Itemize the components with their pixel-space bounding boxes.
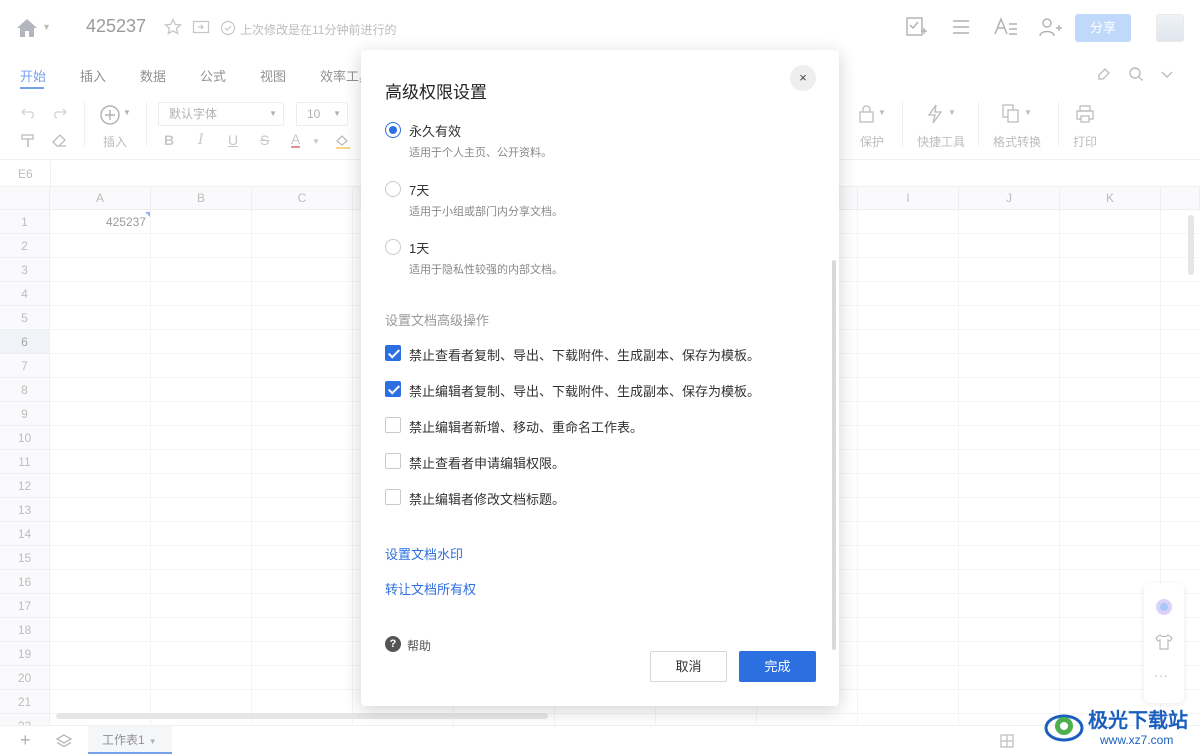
dialog-scrollbar[interactable] — [832, 260, 836, 650]
checkbox-editor-no-copy[interactable] — [385, 381, 401, 397]
help-label[interactable]: 帮助 — [407, 637, 431, 654]
checkbox-label[interactable]: 禁止查看者复制、导出、下载附件、生成副本、保存为模板。 — [409, 345, 760, 364]
set-watermark-link[interactable]: 设置文档水印 — [385, 544, 463, 563]
option-label[interactable]: 7天 — [409, 180, 429, 199]
site-watermark: 极光下载站 www.xz7.com — [1040, 700, 1200, 756]
help-icon[interactable]: ? — [385, 636, 401, 652]
checkbox-label[interactable]: 禁止编辑者修改文档标题。 — [409, 489, 565, 508]
checkbox-editor-no-sheet-ops[interactable] — [385, 417, 401, 433]
option-desc: 适用于隐私性较强的内部文档。 — [409, 264, 563, 276]
checkbox-label[interactable]: 禁止编辑者新增、移动、重命名工作表。 — [409, 417, 643, 436]
close-icon[interactable]: × — [790, 65, 816, 91]
watermark-brand: 极光下载站 — [1088, 708, 1188, 732]
option-desc: 适用于小组或部门内分享文档。 — [409, 206, 563, 218]
cancel-button[interactable]: 取消 — [650, 651, 727, 682]
watermark-url: www.xz7.com — [1100, 733, 1174, 747]
radio-1-day[interactable] — [385, 239, 401, 255]
checkbox-viewer-no-copy[interactable] — [385, 345, 401, 361]
option-label[interactable]: 1天 — [409, 238, 429, 257]
radio-permanent[interactable] — [385, 122, 401, 138]
checkbox-label[interactable]: 禁止编辑者复制、导出、下载附件、生成副本、保存为模板。 — [409, 381, 760, 400]
done-button[interactable]: 完成 — [739, 651, 816, 682]
advanced-permission-dialog: 高级权限设置 × 永久有效 适用于个人主页、公开资料。 7天 适用于小组或部门内… — [361, 50, 839, 706]
section-label: 设置文档高级操作 — [385, 313, 490, 328]
watermark-logo-icon — [1044, 714, 1084, 742]
option-label[interactable]: 永久有效 — [409, 121, 461, 140]
checkbox-editor-no-rename-title[interactable] — [385, 489, 401, 505]
dialog-title: 高级权限设置 — [385, 83, 487, 102]
option-desc: 适用于个人主页、公开资料。 — [409, 147, 552, 159]
checkbox-viewer-no-request-edit[interactable] — [385, 453, 401, 469]
transfer-ownership-link[interactable]: 转让文档所有权 — [385, 579, 476, 598]
checkbox-label[interactable]: 禁止查看者申请编辑权限。 — [409, 453, 565, 472]
radio-7-days[interactable] — [385, 181, 401, 197]
